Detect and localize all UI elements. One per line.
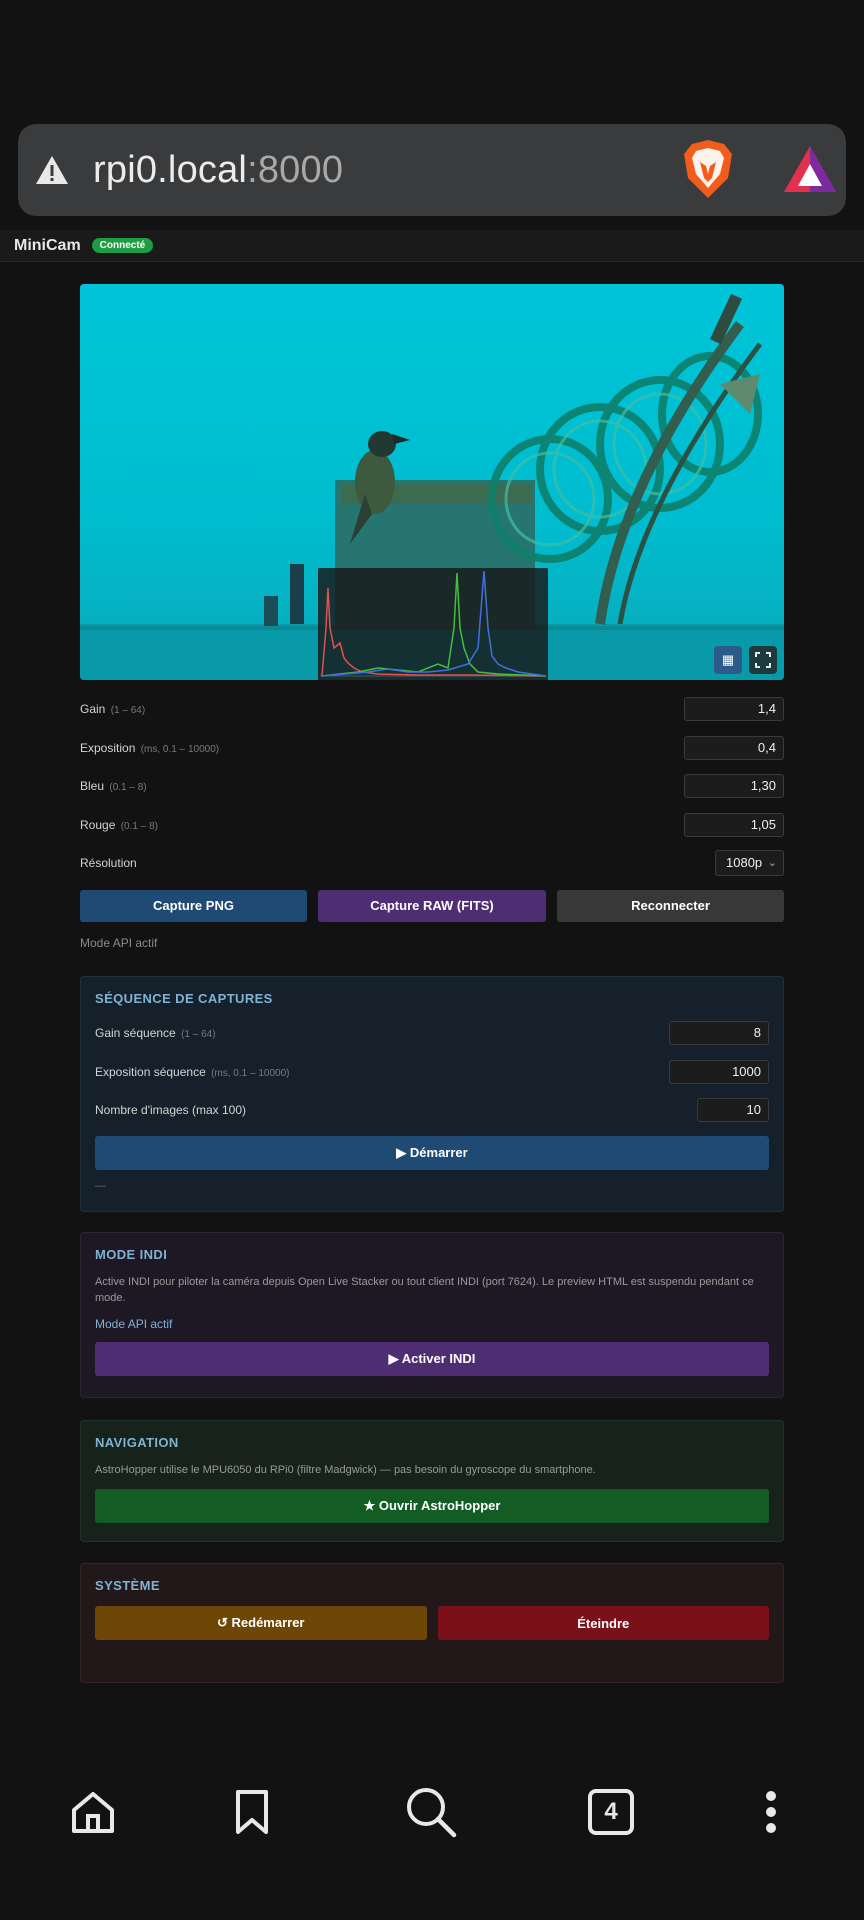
gain-label: Gain (1 – 64) [80, 702, 146, 717]
blue-label: Bleu (0.1 – 8) [80, 779, 147, 794]
warning-icon[interactable] [35, 153, 69, 187]
indi-title: MODE INDI [95, 1247, 168, 1262]
controls-panel: Gain (1 – 64) 1,4 Exposition (ms, 0.1 – … [80, 690, 784, 950]
exposure-input[interactable]: 0,4 [684, 735, 784, 760]
blue-input[interactable]: 1,30 [684, 774, 784, 799]
tab-count: 4 [588, 1789, 634, 1835]
system-card: SYSTÈME ↺ Redémarrer Éteindre [80, 1563, 784, 1683]
sequence-exposure-input[interactable]: 1000 [669, 1059, 769, 1084]
indi-status: Mode API actif [95, 1317, 173, 1331]
url-text[interactable]: rpi0.local:8000 [93, 149, 343, 192]
resolution-select[interactable]: 1080p ⌄ [715, 850, 784, 877]
navigation-description: AstroHopper utilise le MPU6050 du RPi0 (… [95, 1464, 596, 1476]
restart-button[interactable]: ↺ Redémarrer [95, 1606, 427, 1640]
sequence-count-row: Nombre d'images (max 100) 10 [95, 1091, 769, 1130]
sequence-title: SÉQUENCE DE CAPTURES [95, 991, 273, 1006]
red-label: Rouge (0.1 – 8) [80, 817, 158, 832]
activate-indi-button[interactable]: ▶ Activer INDI [95, 1342, 769, 1376]
home-icon[interactable] [65, 1784, 121, 1840]
browser-bottom-bar: 4 [0, 1750, 864, 1870]
app-title: MiniCam [14, 236, 81, 254]
reconnect-button[interactable]: Reconnecter [557, 889, 784, 922]
rewards-triangle-icon[interactable] [782, 144, 838, 196]
connection-status-badge: Connecté [91, 238, 154, 253]
start-sequence-button[interactable]: ▶ Démarrer [95, 1135, 769, 1170]
sequence-exposure-label: Exposition séquence (ms, 0.1 – 10000) [95, 1064, 290, 1079]
address-bar[interactable]: rpi0.local:8000 [18, 124, 846, 216]
gain-row: Gain (1 – 64) 1,4 [80, 690, 784, 729]
action-buttons: Capture PNG Capture RAW (FITS) Reconnect… [80, 889, 784, 922]
red-row: Rouge (0.1 – 8) 1,05 [80, 806, 784, 845]
search-icon[interactable] [403, 1784, 459, 1840]
shutdown-button[interactable]: Éteindre [437, 1606, 769, 1640]
camera-preview: ▦ [80, 284, 784, 680]
blue-row: Bleu (0.1 – 8) 1,30 [80, 767, 784, 806]
sequence-gain-input[interactable]: 8 [669, 1021, 769, 1046]
red-input[interactable]: 1,05 [684, 812, 784, 837]
sequence-gain-label: Gain séquence (1 – 64) [95, 1026, 216, 1041]
system-title: SYSTÈME [95, 1578, 160, 1593]
brave-shield-icon[interactable] [680, 138, 736, 200]
sequence-count-label: Nombre d'images (max 100) [95, 1103, 247, 1118]
sequence-count-input[interactable]: 10 [697, 1098, 769, 1123]
sequence-status: — [95, 1179, 106, 1192]
tabs-button[interactable]: 4 [583, 1784, 639, 1840]
fullscreen-icon[interactable] [749, 646, 777, 674]
sequence-exposure-row: Exposition séquence (ms, 0.1 – 10000) 10… [95, 1053, 769, 1092]
more-menu-icon[interactable] [743, 1784, 799, 1840]
status-bar-area [0, 0, 864, 124]
histogram-toggle-icon[interactable]: ▦ [714, 646, 742, 674]
capture-raw-button[interactable]: Capture RAW (FITS) [318, 889, 546, 922]
histogram [318, 568, 548, 680]
sequence-gain-row: Gain séquence (1 – 64) 8 [95, 1014, 769, 1053]
app-header: MiniCam Connecté [0, 230, 864, 262]
navigation-card: NAVIGATION AstroHopper utilise le MPU605… [80, 1420, 784, 1542]
resolution-label: Résolution [80, 856, 137, 871]
resolution-row: Résolution 1080p ⌄ [80, 844, 784, 883]
capture-png-button[interactable]: Capture PNG [80, 889, 307, 922]
open-astrohopper-button[interactable]: ★ Ouvrir AstroHopper [95, 1489, 769, 1523]
mode-status-text: Mode API actif [80, 935, 158, 950]
exposure-row: Exposition (ms, 0.1 – 10000) 0,4 [80, 729, 784, 768]
indi-description: Active INDI pour piloter la caméra depui… [95, 1276, 754, 1304]
indi-card: MODE INDI Active INDI pour piloter la ca… [80, 1232, 784, 1398]
navigation-title: NAVIGATION [95, 1435, 179, 1450]
bookmark-icon[interactable] [224, 1784, 280, 1840]
chevron-down-icon: ⌄ [767, 857, 777, 870]
main-content: ▦ Gain (1 – 64) 1,4 Exposition (ms, 0.1 … [80, 284, 784, 950]
histogram-chart [320, 570, 547, 677]
sequence-card: SÉQUENCE DE CAPTURES Gain séquence (1 – … [80, 976, 784, 1212]
gain-input[interactable]: 1,4 [684, 697, 784, 722]
exposure-label: Exposition (ms, 0.1 – 10000) [80, 740, 220, 755]
